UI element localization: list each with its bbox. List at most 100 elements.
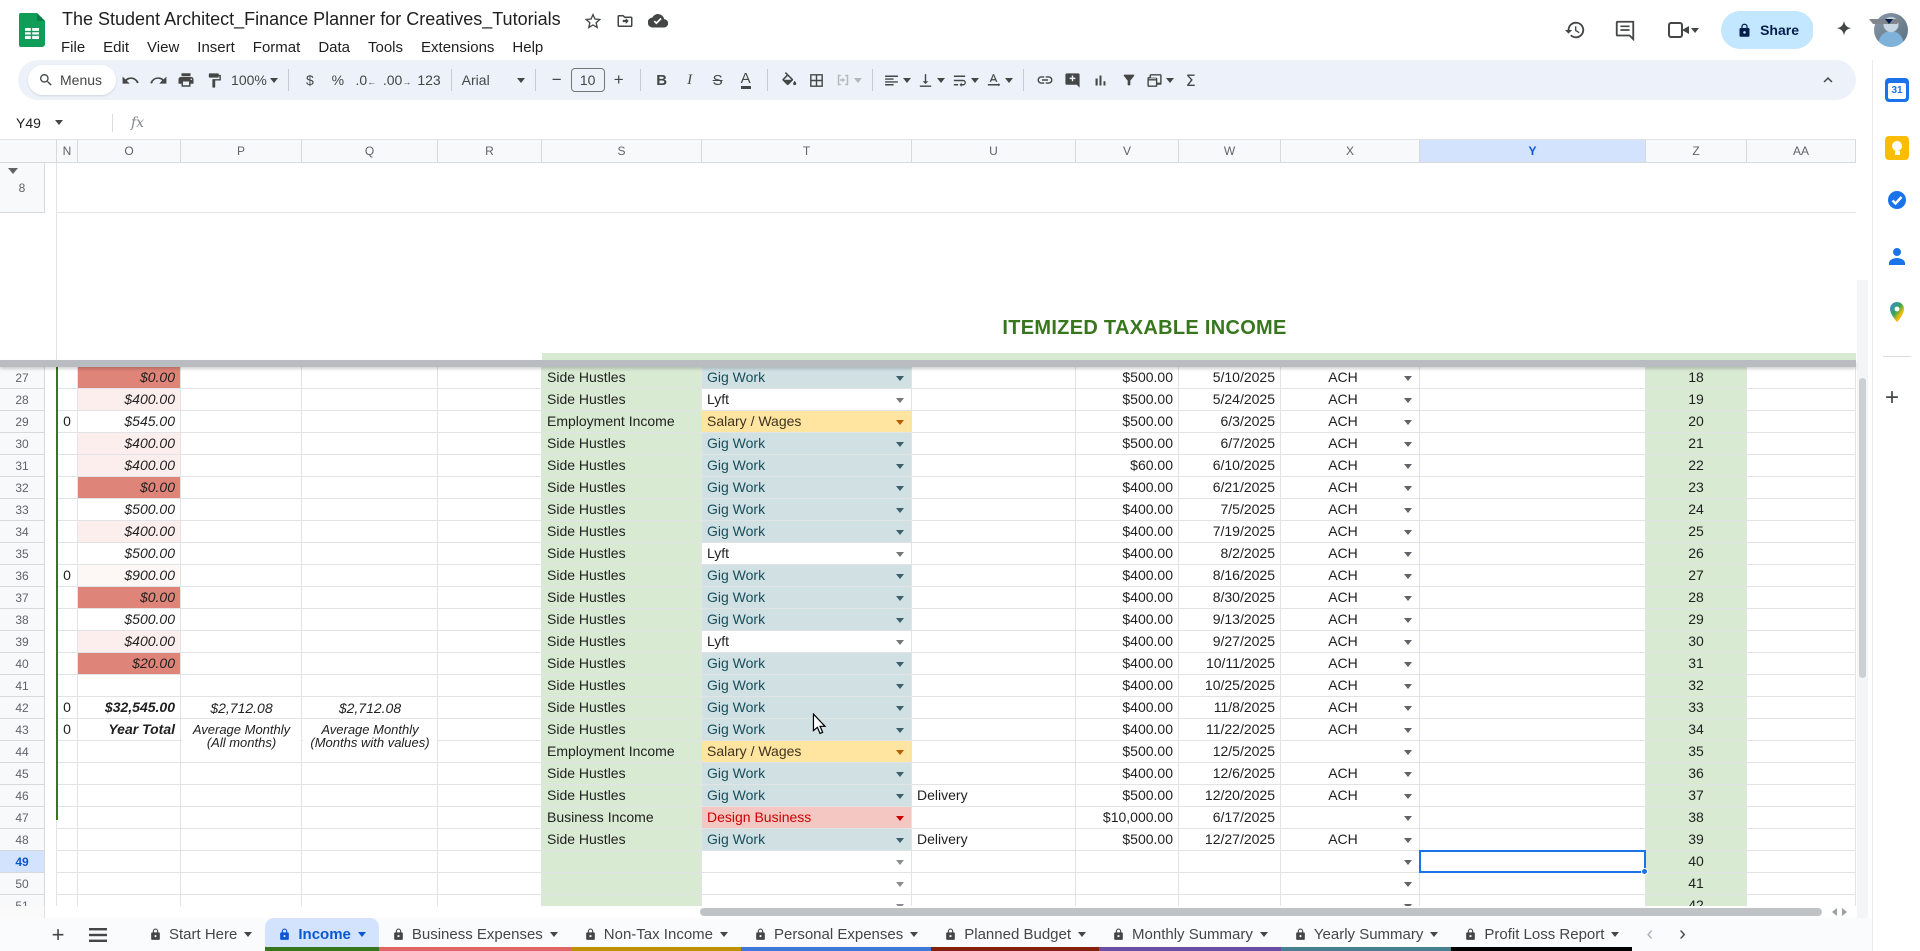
cell-N46[interactable] bbox=[57, 785, 78, 807]
decrease-decimal-button[interactable]: .0← bbox=[352, 66, 380, 94]
frozen-pane-divider[interactable] bbox=[0, 360, 1856, 367]
cell-P40[interactable] bbox=[181, 653, 302, 675]
frozen-row-cells[interactable] bbox=[57, 163, 1856, 213]
cell-N28[interactable] bbox=[57, 389, 78, 411]
cell-V45[interactable]: $400.00 bbox=[1076, 763, 1179, 785]
cell-Y40[interactable] bbox=[1420, 653, 1646, 675]
tab-business-expenses[interactable]: Business Expenses bbox=[378, 918, 571, 951]
cell-W30[interactable]: 6/7/2025 bbox=[1179, 433, 1281, 455]
cell-Y39[interactable] bbox=[1420, 631, 1646, 653]
cell-AA33[interactable] bbox=[1747, 499, 1856, 521]
dropdown-arrow-icon[interactable] bbox=[1404, 728, 1412, 733]
cell-N38[interactable] bbox=[57, 609, 78, 631]
increase-decimal-button[interactable]: .00→ bbox=[380, 66, 414, 94]
all-sheets-icon[interactable] bbox=[78, 918, 118, 951]
tab-start-here[interactable]: Start Here bbox=[136, 918, 265, 951]
cell-W48[interactable]: 12/27/2025 bbox=[1179, 829, 1281, 851]
cell-U34[interactable] bbox=[912, 521, 1076, 543]
cell-AA31[interactable] bbox=[1747, 455, 1856, 477]
dropdown-arrow-icon[interactable] bbox=[896, 420, 904, 425]
cell-T48[interactable]: Gig Work bbox=[702, 829, 912, 851]
cell-U29[interactable] bbox=[912, 411, 1076, 433]
cell-AA29[interactable] bbox=[1747, 411, 1856, 433]
column-header-S[interactable]: S bbox=[542, 140, 702, 163]
strikethrough-button[interactable]: S bbox=[704, 66, 732, 94]
cell-AA45[interactable] bbox=[1747, 763, 1856, 785]
tab-menu-icon[interactable] bbox=[1259, 932, 1268, 941]
row-header-28[interactable]: 28 bbox=[0, 389, 45, 411]
cell-X48[interactable]: ACH bbox=[1281, 829, 1420, 851]
tab-menu-icon[interactable] bbox=[244, 932, 253, 941]
dropdown-arrow-icon[interactable] bbox=[896, 508, 904, 513]
cell-N42[interactable]: 0 bbox=[57, 697, 78, 719]
cell-V47[interactable]: $10,000.00 bbox=[1076, 807, 1179, 829]
cell-W43[interactable]: 11/22/2025 bbox=[1179, 719, 1281, 741]
cell-P34[interactable] bbox=[181, 521, 302, 543]
cell-T38[interactable]: Gig Work bbox=[702, 609, 912, 631]
cell-W40[interactable]: 10/11/2025 bbox=[1179, 653, 1281, 675]
dropdown-arrow-icon[interactable] bbox=[1404, 640, 1412, 645]
row-header-40[interactable]: 40 bbox=[0, 653, 45, 675]
cell-R47[interactable] bbox=[438, 807, 542, 829]
cell-W49[interactable] bbox=[1179, 851, 1281, 873]
cell-Y37[interactable] bbox=[1420, 587, 1646, 609]
cell-S38[interactable]: Side Hustles bbox=[542, 609, 702, 631]
google-maps-icon[interactable] bbox=[1885, 300, 1909, 324]
cell-AA32[interactable] bbox=[1747, 477, 1856, 499]
menu-data[interactable]: Data bbox=[309, 36, 359, 59]
dropdown-arrow-icon[interactable] bbox=[1404, 816, 1412, 821]
cell-S37[interactable]: Side Hustles bbox=[542, 587, 702, 609]
cell-O45[interactable] bbox=[78, 763, 181, 785]
merge-cells-button[interactable] bbox=[831, 66, 865, 94]
dropdown-arrow-icon[interactable] bbox=[896, 530, 904, 535]
cell-N44[interactable] bbox=[57, 741, 78, 763]
cell-Q41[interactable] bbox=[302, 675, 438, 697]
column-header-U[interactable]: U bbox=[912, 140, 1076, 163]
dropdown-arrow-icon[interactable] bbox=[1404, 552, 1412, 557]
cell-Y34[interactable] bbox=[1420, 521, 1646, 543]
cell-U27[interactable] bbox=[912, 367, 1076, 389]
cell-X44[interactable] bbox=[1281, 741, 1420, 763]
cell-V38[interactable]: $400.00 bbox=[1076, 609, 1179, 631]
cell-Q40[interactable] bbox=[302, 653, 438, 675]
cell-R33[interactable] bbox=[438, 499, 542, 521]
cell-Z33[interactable]: 24 bbox=[1646, 499, 1747, 521]
dropdown-arrow-icon[interactable] bbox=[896, 574, 904, 579]
cell-S32[interactable]: Side Hustles bbox=[542, 477, 702, 499]
cell-S28[interactable]: Side Hustles bbox=[542, 389, 702, 411]
cell-P41[interactable] bbox=[181, 675, 302, 697]
paint-format-button[interactable] bbox=[200, 66, 228, 94]
dropdown-arrow-icon[interactable] bbox=[896, 728, 904, 733]
cell-X35[interactable]: ACH bbox=[1281, 543, 1420, 565]
cell-R42[interactable] bbox=[438, 697, 542, 719]
cell-Q42-text[interactable]: $2,712.08 bbox=[303, 701, 437, 716]
table-views-button[interactable] bbox=[1143, 66, 1177, 94]
cell-AA42[interactable] bbox=[1747, 697, 1856, 719]
cell-W42[interactable]: 11/8/2025 bbox=[1179, 697, 1281, 719]
cell-W27[interactable]: 5/10/2025 bbox=[1179, 367, 1281, 389]
cell-U45[interactable] bbox=[912, 763, 1076, 785]
cell-W34[interactable]: 7/19/2025 bbox=[1179, 521, 1281, 543]
cell-Z35[interactable]: 26 bbox=[1646, 543, 1747, 565]
tab-menu-icon[interactable] bbox=[1430, 932, 1439, 941]
cell-AA47[interactable] bbox=[1747, 807, 1856, 829]
cell-U40[interactable] bbox=[912, 653, 1076, 675]
cell-N30[interactable] bbox=[57, 433, 78, 455]
cell-W31[interactable]: 6/10/2025 bbox=[1179, 455, 1281, 477]
row-group-collapse-icon[interactable] bbox=[8, 168, 18, 179]
cell-U32[interactable] bbox=[912, 477, 1076, 499]
cell-T27[interactable]: Gig Work bbox=[702, 367, 912, 389]
cell-T32[interactable]: Gig Work bbox=[702, 477, 912, 499]
cell-Y28[interactable] bbox=[1420, 389, 1646, 411]
cell-P28[interactable] bbox=[181, 389, 302, 411]
cell-Q33[interactable] bbox=[302, 499, 438, 521]
cell-Q31[interactable] bbox=[302, 455, 438, 477]
cell-S33[interactable]: Side Hustles bbox=[542, 499, 702, 521]
cell-W36[interactable]: 8/16/2025 bbox=[1179, 565, 1281, 587]
cell-T35[interactable]: Lyft bbox=[702, 543, 912, 565]
cell-Z50[interactable]: 41 bbox=[1646, 873, 1747, 895]
tab-menu-icon[interactable] bbox=[1078, 932, 1087, 941]
cell-V48[interactable]: $500.00 bbox=[1076, 829, 1179, 851]
cell-X33[interactable]: ACH bbox=[1281, 499, 1420, 521]
cell-R45[interactable] bbox=[438, 763, 542, 785]
